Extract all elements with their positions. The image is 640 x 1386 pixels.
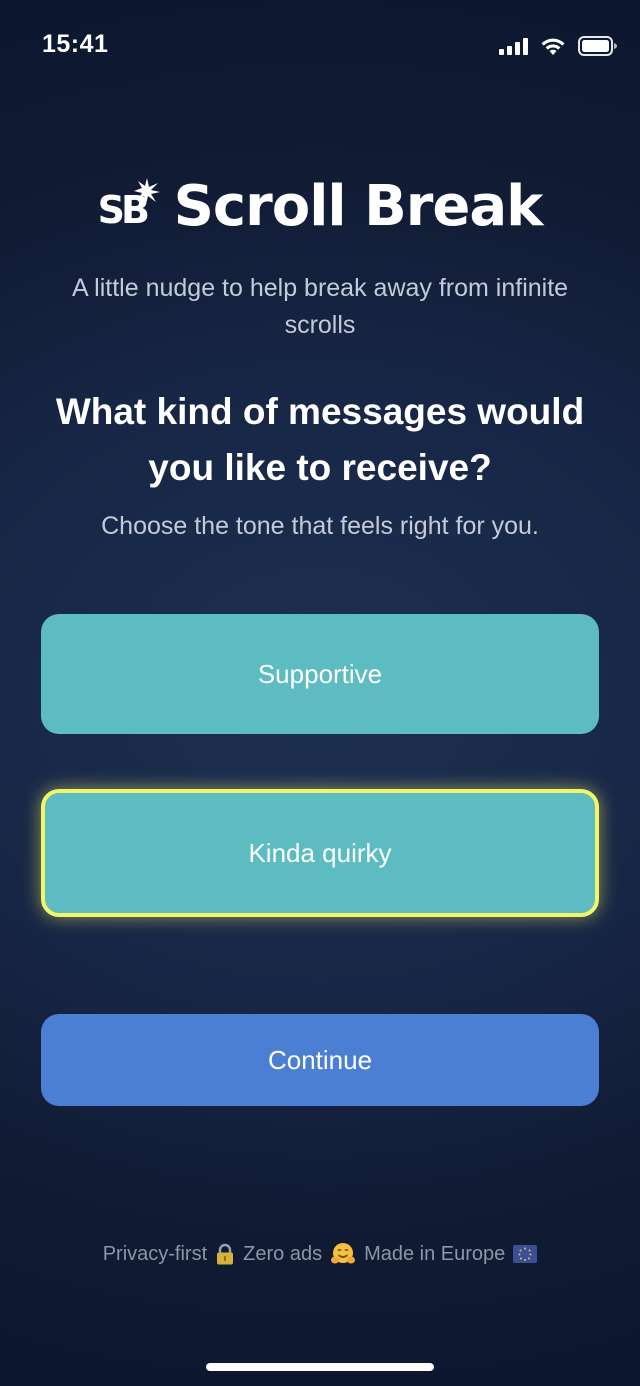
question-subtitle: Choose the tone that feels right for you… xyxy=(101,512,539,540)
app-tagline: A little nudge to help break away from i… xyxy=(71,274,569,339)
continue-label: Continue xyxy=(267,1044,373,1075)
cellular-signal-icon xyxy=(499,37,528,55)
lock-icon xyxy=(217,1243,234,1265)
app-title: Scroll Break xyxy=(173,174,544,239)
option-label: Kinda quirky xyxy=(248,837,392,868)
status-icons xyxy=(499,36,618,56)
question-heading: What kind of messages would you like to … xyxy=(55,391,585,488)
app-logo: SB xyxy=(98,176,160,238)
footer-made-in-europe: Made in Europe xyxy=(364,1242,506,1265)
battery-icon xyxy=(578,36,617,56)
home-indicator[interactable] xyxy=(206,1363,434,1371)
option-kinda-quirky-button[interactable]: Kinda quirky xyxy=(41,789,599,917)
hugging-face-icon xyxy=(331,1243,356,1264)
option-supportive-button[interactable]: Supportive xyxy=(41,614,599,734)
status-time: 15:41 xyxy=(42,30,109,58)
sparkle-icon xyxy=(133,178,160,204)
option-label: Supportive xyxy=(257,658,383,689)
wifi-icon xyxy=(541,38,565,55)
footer-privacy: Privacy-first xyxy=(102,1242,208,1265)
status-bar: 15:41 xyxy=(0,0,640,94)
eu-flag-icon xyxy=(513,1245,538,1263)
footer-badges: Privacy-first Zero ads Made in Europe xyxy=(0,1242,640,1266)
footer-zero-ads: Zero ads xyxy=(243,1242,323,1265)
onboarding-screen: 15:41 SB Scroll Break A little nudge to … xyxy=(0,0,640,1386)
app-header: SB Scroll Break xyxy=(0,172,640,242)
continue-button[interactable]: Continue xyxy=(41,1014,599,1106)
